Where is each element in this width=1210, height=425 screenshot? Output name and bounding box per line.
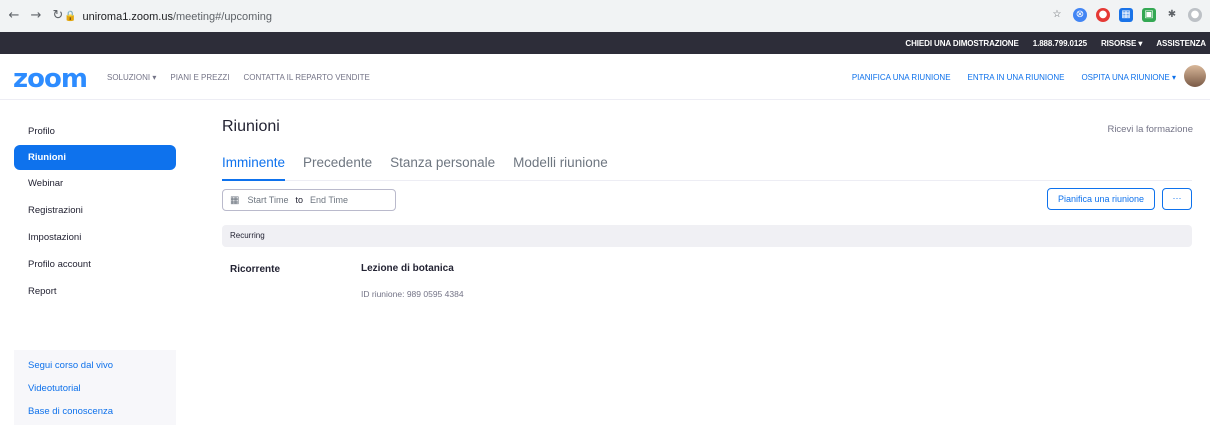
- sidebar-item-meetings[interactable]: Riunioni: [14, 145, 176, 170]
- star-icon[interactable]: ☆: [1050, 8, 1064, 22]
- avatar[interactable]: [1184, 65, 1206, 87]
- lock-icon: 🔒: [64, 11, 77, 22]
- join-meeting-link[interactable]: ENTRA IN UNA RIUNIONE: [968, 73, 1065, 82]
- get-training-link[interactable]: Ricevi la formazione: [1107, 124, 1193, 135]
- browser-toolbar: ← → ↻ 🔒 uniroma1.zoom.us/meeting#/upcomi…: [0, 0, 1210, 32]
- plans-link[interactable]: PIANI E PREZZI: [170, 73, 229, 82]
- tab-meeting-templates[interactable]: Modelli riunione: [513, 155, 608, 181]
- more-options-button[interactable]: ···: [1162, 188, 1192, 210]
- contact-sales-link[interactable]: CONTATTA IL REPARTO VENDITE: [243, 73, 369, 82]
- zoom-logo[interactable]: zoom: [13, 64, 88, 94]
- knowledge-base-link[interactable]: Base di conoscenza: [14, 400, 176, 423]
- phone-number: 1.888.799.0125: [1032, 38, 1087, 48]
- sidebar-item-account-profile[interactable]: Profilo account: [14, 251, 176, 278]
- start-time-field[interactable]: Start Time: [247, 195, 288, 205]
- url-path: /meeting#/upcoming: [172, 10, 273, 23]
- profile-icon[interactable]: ●: [1188, 8, 1202, 22]
- adblock-icon[interactable]: ●: [1096, 8, 1110, 22]
- page-title: Riunioni: [222, 118, 280, 135]
- tab-previous[interactable]: Precedente: [303, 155, 372, 181]
- video-tutorials-link[interactable]: Videotutorial: [14, 377, 176, 400]
- url-domain: uniroma1.zoom.us: [82, 10, 173, 23]
- meeting-title-link[interactable]: Lezione di botanica: [361, 263, 454, 274]
- sidebar-item-profile[interactable]: Profilo: [14, 118, 176, 145]
- main-navigation: zoom SOLUZIONI ▾ PIANI E PREZZI CONTATTA…: [0, 54, 1210, 100]
- tab-personal-room[interactable]: Stanza personale: [390, 155, 495, 181]
- grid-extension-icon[interactable]: ▦: [1119, 8, 1133, 22]
- meeting-tabs: Imminente Precedente Stanza personale Mo…: [222, 155, 1192, 181]
- sidebar-help-box: Segui corso dal vivo Videotutorial Base …: [14, 350, 176, 425]
- back-arrow-icon[interactable]: ←: [6, 8, 22, 24]
- meeting-recurrence-label: Ricorrente: [230, 264, 281, 275]
- date-range-picker[interactable]: ▦ Start Time to End Time: [222, 189, 396, 211]
- sidebar: Profilo Riunioni Webinar Registrazioni I…: [14, 118, 176, 305]
- request-demo-link[interactable]: CHIEDI UNA DIMOSTRAZIONE: [905, 39, 1018, 48]
- tab-upcoming[interactable]: Imminente: [222, 155, 286, 181]
- sidebar-item-reports[interactable]: Report: [14, 278, 176, 305]
- extension-icons: ☆ ⊗ ● ▦ ▣ ✱ ●: [1050, 8, 1202, 22]
- resources-menu[interactable]: RISORSE ▾: [1101, 39, 1142, 48]
- forward-arrow-icon[interactable]: →: [28, 8, 44, 24]
- date-to-label: to: [295, 195, 303, 205]
- schedule-meeting-button[interactable]: Pianifica una riunione: [1047, 188, 1155, 210]
- recurring-section-header: Recurring: [222, 225, 1192, 247]
- extension-icon[interactable]: ⊗: [1073, 8, 1087, 22]
- schedule-meeting-link[interactable]: PIANIFICA UNA RIUNIONE: [852, 73, 951, 82]
- sidebar-item-webinars[interactable]: Webinar: [14, 170, 176, 197]
- solutions-menu[interactable]: SOLUZIONI ▾: [107, 73, 156, 82]
- sidebar-item-settings[interactable]: Impostazioni: [14, 224, 176, 251]
- support-link[interactable]: ASSISTENZA: [1156, 39, 1206, 48]
- address-bar[interactable]: 🔒 uniroma1.zoom.us/meeting#/upcoming: [64, 6, 1064, 27]
- meeting-id: ID riunione: 989 0595 4384: [361, 289, 464, 299]
- puzzle-icon[interactable]: ✱: [1165, 8, 1179, 22]
- host-meeting-menu[interactable]: OSPITA UNA RIUNIONE ▾: [1081, 73, 1176, 82]
- top-utility-bar: CHIEDI UNA DIMOSTRAZIONE 1.888.799.0125 …: [0, 32, 1210, 54]
- sidebar-item-recordings[interactable]: Registrazioni: [14, 197, 176, 224]
- live-training-link[interactable]: Segui corso dal vivo: [14, 354, 176, 377]
- end-time-field[interactable]: End Time: [310, 195, 348, 205]
- calendar-icon: ▦: [230, 194, 240, 206]
- sheets-extension-icon[interactable]: ▣: [1142, 8, 1156, 22]
